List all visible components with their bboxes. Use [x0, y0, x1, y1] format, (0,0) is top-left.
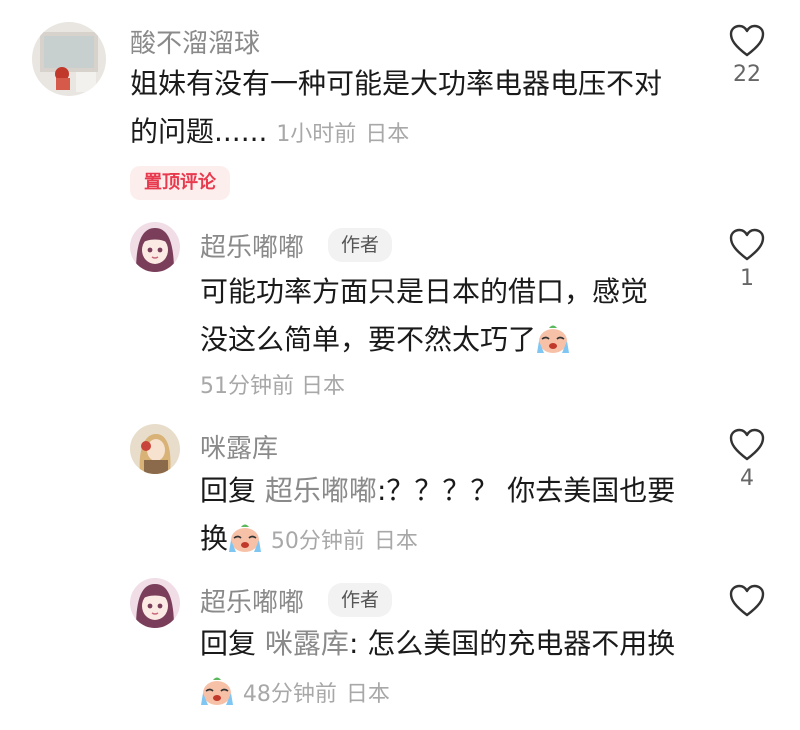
like-button-comment[interactable]: 22 [727, 24, 767, 87]
like-button-reply-3[interactable] [727, 584, 767, 618]
reply-2-location: 日本 [373, 529, 418, 554]
reply-3-text-line1-row: 回复 咪露库: 怎么美国的充电器不用换 [200, 620, 720, 668]
reply-2-text: 回复 超乐嘟嘟:？？？？ 你去美国也要 换 50分钟前 日本 [200, 467, 720, 569]
avatar-commenter[interactable] [32, 22, 106, 96]
reply-2-text-line1-row: 回复 超乐嘟嘟:？？？？ 你去美国也要 [200, 467, 720, 515]
reply-1-location: 日本 [301, 374, 346, 399]
photo-avatar-icon [130, 424, 180, 474]
avatar-reply-1[interactable] [130, 222, 180, 272]
commenter-username[interactable]: 酸不溜溜球 [130, 23, 260, 60]
author-badge-3: 作者 [328, 583, 393, 617]
reply-1-text-line1: 可能功率方面只是日本的借口，感觉 [200, 275, 649, 308]
reply-2-reply-prefix: 回复 [200, 474, 257, 507]
crying-face-icon [536, 322, 570, 370]
comment-text-line2: 的问题...... [130, 115, 268, 148]
comment-time: 1小时前 [276, 122, 357, 147]
reply-2-username[interactable]: 咪露库 [200, 428, 278, 465]
heart-icon [729, 228, 765, 261]
avatar-reply-2[interactable] [130, 424, 180, 474]
reply-3-username[interactable]: 超乐嘟嘟 [200, 582, 304, 619]
anime-girl-avatar-icon [130, 222, 180, 272]
comment-text-line1: 姐妹有没有一种可能是大功率电器电压不对 [130, 67, 663, 100]
comment-text-line2-row: 的问题...... 1小时前 日本 [130, 108, 710, 159]
like-count-reply-1: 1 [740, 266, 754, 291]
like-button-reply-2[interactable]: 4 [727, 428, 767, 491]
comment-location: 日本 [365, 122, 410, 147]
photo-avatar-icon [32, 22, 106, 96]
crying-face-icon [228, 521, 262, 569]
reply-1-time: 51分钟前 [200, 374, 294, 399]
reply-3-location: 日本 [345, 682, 390, 707]
reply-1-meta: 51分钟前 日本 [200, 368, 345, 400]
reply-3-reply-prefix: 回复 [200, 627, 257, 660]
reply-2-text-line2: 换 [200, 522, 229, 555]
reply-3-reply-to[interactable]: 咪露库 [265, 627, 349, 660]
reply-2-text-line2-row: 换 50分钟前 日本 [200, 515, 720, 569]
reply-2-reply-to[interactable]: 超乐嘟嘟 [265, 474, 377, 507]
author-badge-1: 作者 [328, 228, 393, 262]
reply-1-text-line2-row: 没这么简单，要不然太巧了 [200, 316, 700, 370]
crying-face-icon [200, 674, 234, 722]
avatar-reply-3[interactable] [130, 578, 180, 628]
reply-2-text-line1: :？？？？ 你去美国也要 [376, 474, 676, 507]
reply-3-time: 48分钟前 [242, 682, 337, 707]
heart-icon [729, 24, 765, 57]
heart-icon [729, 584, 765, 617]
reply-3-meta-row: 48分钟前 日本 [200, 668, 720, 722]
heart-icon [729, 428, 765, 461]
reply-3-text-line1: : 怎么美国的充电器不用换 [348, 627, 676, 660]
like-count-reply-2: 4 [740, 466, 754, 491]
reply-1-text: 可能功率方面只是日本的借口，感觉 没这么简单，要不然太巧了 [200, 268, 700, 370]
like-count-comment: 22 [733, 62, 761, 87]
anime-girl-avatar-icon [130, 578, 180, 628]
reply-3-text: 回复 咪露库: 怎么美国的充电器不用换 48分钟前 日本 [200, 620, 720, 722]
like-button-reply-1[interactable]: 1 [727, 228, 767, 291]
reply-1-text-line2: 没这么简单，要不然太巧了 [200, 323, 537, 356]
comment-text: 姐妹有没有一种可能是大功率电器电压不对 的问题...... 1小时前 日本 [130, 60, 710, 159]
pinned-comment-badge: 置顶评论 [130, 166, 230, 200]
reply-1-username[interactable]: 超乐嘟嘟 [200, 227, 304, 264]
reply-2-time: 50分钟前 [270, 529, 365, 554]
